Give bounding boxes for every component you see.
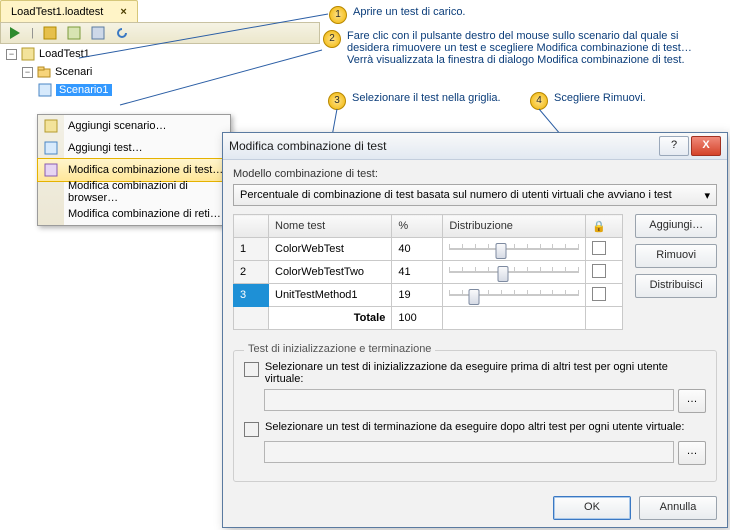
- test-icon: [43, 140, 59, 156]
- grid-row[interactable]: 1 ColorWebTest 40: [234, 238, 623, 261]
- run-icon[interactable]: [7, 25, 23, 41]
- close-button[interactable]: X: [691, 136, 721, 156]
- add-button[interactable]: Aggiungi…: [635, 214, 717, 238]
- tree-scenari-label: Scenari: [55, 66, 92, 78]
- scenario-icon: [38, 83, 52, 97]
- ctx-edit-network-mix[interactable]: Modifica combinazione di reti…: [38, 203, 230, 225]
- callout-number-3: 3: [328, 92, 346, 110]
- init-term-fieldset: Test di inizializzazione e terminazione …: [233, 350, 717, 482]
- row-num: 2: [234, 261, 269, 284]
- term-label: Selezionare un test di terminazione da e…: [265, 421, 684, 433]
- tree-toolbar: |: [0, 22, 320, 44]
- ctx-add-scenario[interactable]: Aggiungi scenario…: [38, 115, 230, 137]
- init-label: Selezionare un test di inizializzazione …: [265, 361, 706, 385]
- scenario-context-menu: Aggiungi scenario… Aggiungi test… Modifi…: [37, 114, 231, 226]
- add-item-icon[interactable]: [66, 25, 82, 41]
- col-name[interactable]: Nome test: [269, 215, 392, 238]
- term-test-field[interactable]: [264, 441, 674, 463]
- grid-corner: [234, 215, 269, 238]
- row-dist[interactable]: [443, 261, 586, 284]
- row-pct[interactable]: 40: [392, 238, 443, 261]
- row-dist[interactable]: [443, 284, 586, 307]
- grid-row[interactable]: 2 ColorWebTestTwo 41: [234, 261, 623, 284]
- expander-icon[interactable]: −: [6, 49, 17, 60]
- init-checkbox[interactable]: [244, 362, 259, 377]
- fieldset-legend: Test di inizializzazione e terminazione: [244, 343, 435, 355]
- row-dist[interactable]: [443, 238, 586, 261]
- term-checkbox[interactable]: [244, 422, 259, 437]
- model-dropdown[interactable]: Percentuale di combinazione di test basa…: [233, 184, 717, 206]
- callout-text-3: Selezionare il test nella griglia.: [352, 92, 501, 110]
- init-browse-button[interactable]: …: [678, 389, 706, 413]
- total-value: 100: [392, 307, 443, 330]
- help-button[interactable]: ?: [659, 136, 689, 156]
- callout-1: 1 Aprire un test di carico.: [329, 6, 466, 24]
- grid-row[interactable]: 3 UnitTestMethod1 19: [234, 284, 623, 307]
- cancel-button[interactable]: Annulla: [639, 496, 717, 520]
- ctx-edit-browser-mix-label: Modifica combinazioni di browser…: [68, 180, 230, 204]
- dialog-titlebar: Modifica combinazione di test ? X: [223, 133, 727, 160]
- row-name[interactable]: UnitTestMethod1: [269, 284, 392, 307]
- row-lock[interactable]: [586, 261, 623, 284]
- tree-scenario1[interactable]: Scenario1: [0, 81, 320, 99]
- tab-close-icon[interactable]: ×: [120, 6, 126, 18]
- test-mix-icon: [43, 162, 59, 178]
- col-pct[interactable]: %: [392, 215, 443, 238]
- col-lock[interactable]: 🔒: [586, 215, 623, 238]
- properties-icon[interactable]: [90, 25, 106, 41]
- document-tab[interactable]: LoadTest1.loadtest ×: [0, 0, 138, 23]
- chevron-down-icon: ▾: [704, 189, 710, 202]
- init-test-field[interactable]: [264, 389, 674, 411]
- row-lock[interactable]: [586, 238, 623, 261]
- ctx-add-scenario-label: Aggiungi scenario…: [68, 120, 166, 132]
- total-label: Totale: [269, 307, 392, 330]
- edit-test-mix-dialog: Modifica combinazione di test ? X Modell…: [222, 132, 728, 528]
- callout-number-1: 1: [329, 6, 347, 24]
- ctx-edit-network-mix-label: Modifica combinazione di reti…: [68, 208, 221, 220]
- term-browse-button[interactable]: …: [678, 441, 706, 465]
- refresh-icon[interactable]: [114, 25, 130, 41]
- callout-4: 4 Scegliere Rimuovi.: [530, 92, 646, 110]
- row-num: 1: [234, 238, 269, 261]
- ctx-add-test[interactable]: Aggiungi test…: [38, 137, 230, 159]
- col-dist[interactable]: Distribuzione: [443, 215, 586, 238]
- grid-total-row: Totale 100: [234, 307, 623, 330]
- ctx-edit-test-mix[interactable]: Modifica combinazione di test…: [37, 158, 231, 182]
- folder-icon: [37, 65, 51, 79]
- scenario-icon: [43, 118, 59, 134]
- ctx-edit-browser-mix[interactable]: Modifica combinazioni di browser…: [38, 181, 230, 203]
- test-mix-grid[interactable]: Nome test % Distribuzione 🔒 1 ColorWebTe…: [233, 214, 623, 330]
- load-test-tree: − LoadTest1 − Scenari Scenario1: [0, 45, 320, 99]
- callout-text-4: Scegliere Rimuovi.: [554, 92, 646, 110]
- document-tab-title: LoadTest1.loadtest: [11, 6, 103, 18]
- lock-icon: 🔒: [592, 221, 606, 233]
- row-lock[interactable]: [586, 284, 623, 307]
- callout-3: 3 Selezionare il test nella griglia.: [328, 92, 501, 110]
- ok-button[interactable]: OK: [553, 496, 631, 520]
- remove-button[interactable]: Rimuovi: [635, 244, 717, 268]
- expander-icon[interactable]: −: [22, 67, 33, 78]
- dialog-title: Modifica combinazione di test: [229, 139, 386, 153]
- model-dropdown-value: Percentuale di combinazione di test basa…: [240, 189, 672, 201]
- tree-root[interactable]: − LoadTest1: [0, 45, 320, 63]
- callout-number-4: 4: [530, 92, 548, 110]
- callout-2: 2 Fare clic con il pulsante destro del m…: [323, 30, 713, 66]
- loadtest-icon: [21, 47, 35, 61]
- row-num: 3: [234, 284, 269, 307]
- ctx-add-test-label: Aggiungi test…: [68, 142, 143, 154]
- ctx-edit-test-mix-label: Modifica combinazione di test…: [68, 164, 223, 176]
- scenario-icon[interactable]: [42, 25, 58, 41]
- row-pct[interactable]: 41: [392, 261, 443, 284]
- callout-number-2: 2: [323, 30, 341, 48]
- row-name[interactable]: ColorWebTest: [269, 238, 392, 261]
- distribute-button[interactable]: Distribuisci: [635, 274, 717, 298]
- callout-text-1: Aprire un test di carico.: [353, 6, 466, 24]
- callout-text-2: Fare clic con il pulsante destro del mou…: [347, 30, 713, 66]
- tree-root-label: LoadTest1: [39, 48, 90, 60]
- tree-scenari-folder[interactable]: − Scenari: [0, 63, 320, 81]
- tree-scenario1-label: Scenario1: [56, 84, 112, 96]
- row-name[interactable]: ColorWebTestTwo: [269, 261, 392, 284]
- model-label: Modello combinazione di test:: [233, 168, 717, 180]
- row-pct[interactable]: 19: [392, 284, 443, 307]
